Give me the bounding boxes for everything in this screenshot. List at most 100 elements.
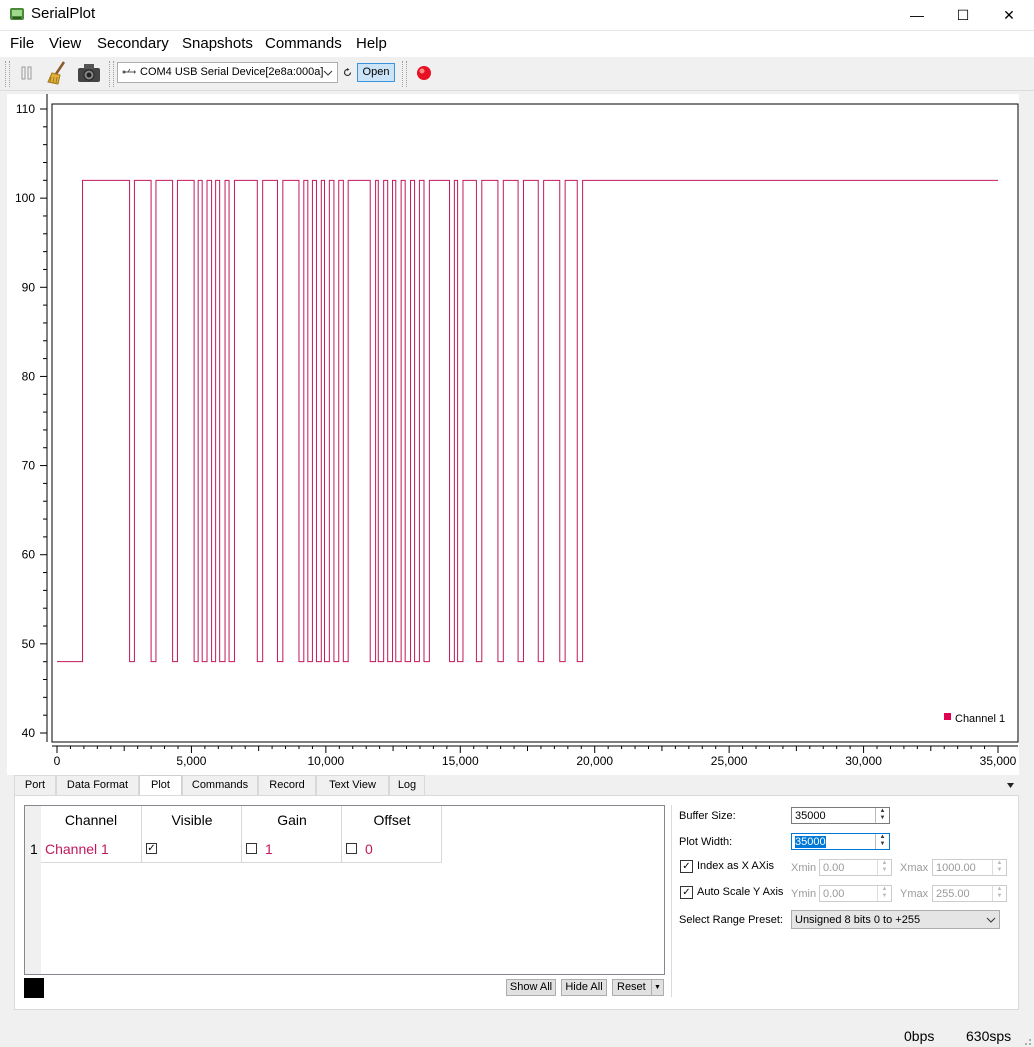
- gain-checkbox[interactable]: [246, 843, 257, 854]
- menu-secondary[interactable]: Secondary: [97, 35, 169, 52]
- reset-button-label: Reset: [617, 981, 646, 993]
- tab-port[interactable]: Port: [14, 775, 56, 795]
- ymin-spinbox[interactable]: 0.00 ▲ ▼: [819, 885, 892, 902]
- spin-arrows-icon: ▲ ▼: [992, 860, 1006, 875]
- x-tick-label: 5,000: [176, 754, 206, 768]
- xmin-value: 0.00: [823, 862, 845, 874]
- chevron-down-icon: [986, 917, 996, 923]
- menu-commands[interactable]: Commands: [265, 35, 342, 52]
- row-index: 1: [30, 841, 38, 857]
- reset-dropdown-icon[interactable]: ▼: [651, 980, 663, 995]
- tab-record[interactable]: Record: [258, 775, 316, 795]
- auto-scale-y-label: Auto Scale Y Axis: [697, 886, 784, 898]
- tab-text-view[interactable]: Text View: [316, 775, 389, 795]
- auto-scale-y-checkbox[interactable]: ✓: [680, 886, 693, 899]
- column-header-offset[interactable]: Offset: [342, 806, 442, 834]
- menu-snapshots[interactable]: Snapshots: [182, 35, 253, 52]
- title-bar: SerialPlot — ☐ ✕: [0, 0, 1034, 31]
- visible-checkbox[interactable]: ✓: [146, 843, 157, 854]
- toolbar-separator: [402, 61, 407, 87]
- x-tick-label: 10,000: [308, 754, 345, 768]
- status-bps: 0bps: [904, 1028, 935, 1044]
- y-tick-label: 110: [16, 102, 35, 116]
- hide-all-button[interactable]: Hide All: [561, 979, 607, 996]
- tab-commands[interactable]: Commands: [182, 775, 258, 795]
- port-select-value: COM4 USB Serial Device[2e8a:000a]: [140, 66, 324, 78]
- offset-checkbox[interactable]: [346, 843, 357, 854]
- y-tick-label: 100: [15, 191, 35, 205]
- maximize-button[interactable]: ☐: [940, 0, 986, 30]
- ymax-spinbox[interactable]: 255.00 ▲ ▼: [932, 885, 1007, 902]
- plot-width-value: 35000: [795, 836, 826, 848]
- ymax-label: Ymax: [900, 888, 929, 900]
- toolbar-handle[interactable]: [5, 61, 10, 87]
- y-tick-label: 90: [22, 280, 36, 294]
- range-preset-select[interactable]: Unsigned 8 bits 0 to +255: [791, 910, 1000, 929]
- channel-name-cell[interactable]: Channel 1: [45, 841, 109, 857]
- minimize-button[interactable]: —: [894, 0, 940, 30]
- resize-grip-icon[interactable]: [1020, 1034, 1032, 1046]
- reset-button[interactable]: Reset ▼: [612, 979, 664, 996]
- record-icon[interactable]: [416, 65, 432, 81]
- xmin-spinbox[interactable]: 0.00 ▲ ▼: [819, 859, 892, 876]
- open-port-button[interactable]: Open: [357, 63, 395, 82]
- xmin-label: Xmin: [791, 862, 817, 874]
- channel-table[interactable]: Channel Visible Gain Offset 1 Channel 1 …: [24, 805, 665, 975]
- menu-file[interactable]: File: [10, 35, 34, 52]
- x-tick-label: 20,000: [576, 754, 613, 768]
- tab-log[interactable]: Log: [389, 775, 425, 795]
- y-tick-label: 70: [22, 459, 36, 473]
- buffer-size-spinbox[interactable]: 35000 ▲ ▼: [791, 807, 890, 824]
- row-header-column: [25, 806, 41, 974]
- offset-value[interactable]: 0: [365, 841, 373, 857]
- line-chart[interactable]: 40 50 60 70 80 90 100 110 0 5,000 10,000 15,000 20,…: [7, 94, 1019, 775]
- show-all-button[interactable]: Show All: [506, 979, 556, 996]
- port-select[interactable]: COM4 USB Serial Device[2e8a:000a]: [117, 62, 338, 83]
- status-sps: 630sps: [966, 1028, 1012, 1044]
- camera-icon[interactable]: [77, 62, 101, 84]
- range-preset-label: Select Range Preset:: [679, 914, 783, 926]
- table-row[interactable]: 1 Channel 1 ✓ 1 0: [25, 836, 442, 862]
- xmax-label: Xmax: [900, 862, 929, 874]
- ymin-value: 0.00: [823, 888, 845, 900]
- x-tick-label: 15,000: [442, 754, 479, 768]
- xmax-spinbox[interactable]: 1000.00 ▲ ▼: [932, 859, 1007, 876]
- window-title: SerialPlot: [31, 5, 96, 22]
- toolbar-separator: [109, 61, 114, 87]
- spin-arrows-icon: ▲ ▼: [877, 886, 891, 901]
- plot-width-label: Plot Width:: [679, 836, 733, 848]
- x-tick-label: 35,000: [980, 754, 1017, 768]
- column-header-channel[interactable]: Channel: [41, 806, 141, 834]
- refresh-icon[interactable]: [343, 68, 352, 77]
- spin-arrows-icon[interactable]: ▲ ▼: [875, 808, 889, 823]
- legend-swatch: [944, 713, 951, 720]
- plot-area[interactable]: 40 50 60 70 80 90 100 110 0 5,000 10,000 15,000 20,…: [7, 94, 1019, 775]
- buffer-size-label: Buffer Size:: [679, 810, 736, 822]
- ymax-value: 255.00: [936, 888, 970, 900]
- x-tick-label: 0: [54, 754, 61, 768]
- y-tick-label: 40: [22, 726, 36, 740]
- pause-icon[interactable]: [20, 66, 34, 80]
- tab-plot[interactable]: Plot: [139, 775, 182, 796]
- y-tick-label: 60: [22, 548, 36, 562]
- menu-help[interactable]: Help: [356, 35, 387, 52]
- channel-color-swatch[interactable]: [24, 978, 44, 998]
- panel-menu-arrow-icon[interactable]: [1007, 783, 1014, 788]
- usb-icon: [122, 68, 136, 74]
- menu-view[interactable]: View: [49, 35, 81, 52]
- buffer-size-value: 35000: [795, 810, 826, 822]
- column-header-gain[interactable]: Gain: [242, 806, 342, 834]
- tab-data-format[interactable]: Data Format: [56, 775, 139, 795]
- toolbar: COM4 USB Serial Device[2e8a:000a] Open: [0, 57, 1034, 91]
- gain-value[interactable]: 1: [265, 841, 273, 857]
- x-tick-label: 30,000: [845, 754, 882, 768]
- plot-width-spinbox[interactable]: 35000 ▲ ▼: [791, 833, 890, 850]
- status-bar: 0bps 630sps: [0, 1020, 1034, 1047]
- index-as-x-checkbox[interactable]: ✓: [680, 860, 693, 873]
- app-icon: [10, 8, 24, 20]
- close-button[interactable]: ✕: [986, 0, 1032, 30]
- column-header-visible[interactable]: Visible: [142, 806, 242, 834]
- clear-broom-icon[interactable]: [46, 60, 70, 86]
- spin-arrows-icon: ▲ ▼: [992, 886, 1006, 901]
- spin-arrows-icon[interactable]: ▲ ▼: [875, 834, 889, 849]
